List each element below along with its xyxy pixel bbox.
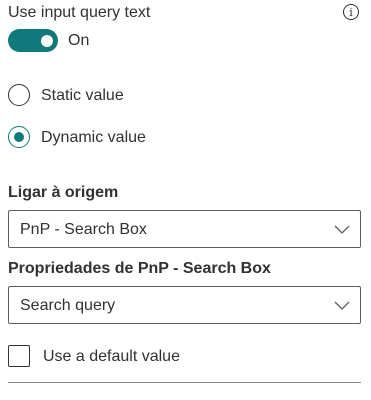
default-value-checkbox[interactable] — [8, 345, 30, 367]
dynamic-value-radio[interactable] — [8, 126, 30, 148]
property-dropdown[interactable]: Search query — [8, 286, 361, 324]
query-toggle-state: On — [68, 32, 90, 49]
property-label: Propriedades de PnP - Search Box — [8, 260, 271, 277]
query-toggle-switch[interactable] — [8, 29, 58, 52]
dynamic-value-label[interactable]: Dynamic value — [41, 128, 146, 148]
property-pane: Use input query text i On Static value D… — [0, 0, 371, 400]
source-dropdown[interactable]: PnP - Search Box — [8, 210, 361, 248]
toggle-knob — [41, 34, 53, 47]
default-value-label[interactable]: Use a default value — [43, 347, 180, 367]
chevron-down-icon — [334, 225, 350, 234]
source-dropdown-value: PnP - Search Box — [20, 221, 147, 238]
divider — [8, 382, 361, 383]
info-icon[interactable]: i — [343, 4, 359, 20]
chevron-down-icon — [334, 301, 350, 310]
source-label: Ligar à origem — [8, 184, 119, 201]
radio-selected-dot — [14, 132, 24, 142]
static-value-radio[interactable] — [8, 84, 30, 106]
property-dropdown-value: Search query — [20, 297, 116, 314]
query-toggle-label: Use input query text — [8, 4, 151, 21]
static-value-label[interactable]: Static value — [41, 86, 124, 106]
